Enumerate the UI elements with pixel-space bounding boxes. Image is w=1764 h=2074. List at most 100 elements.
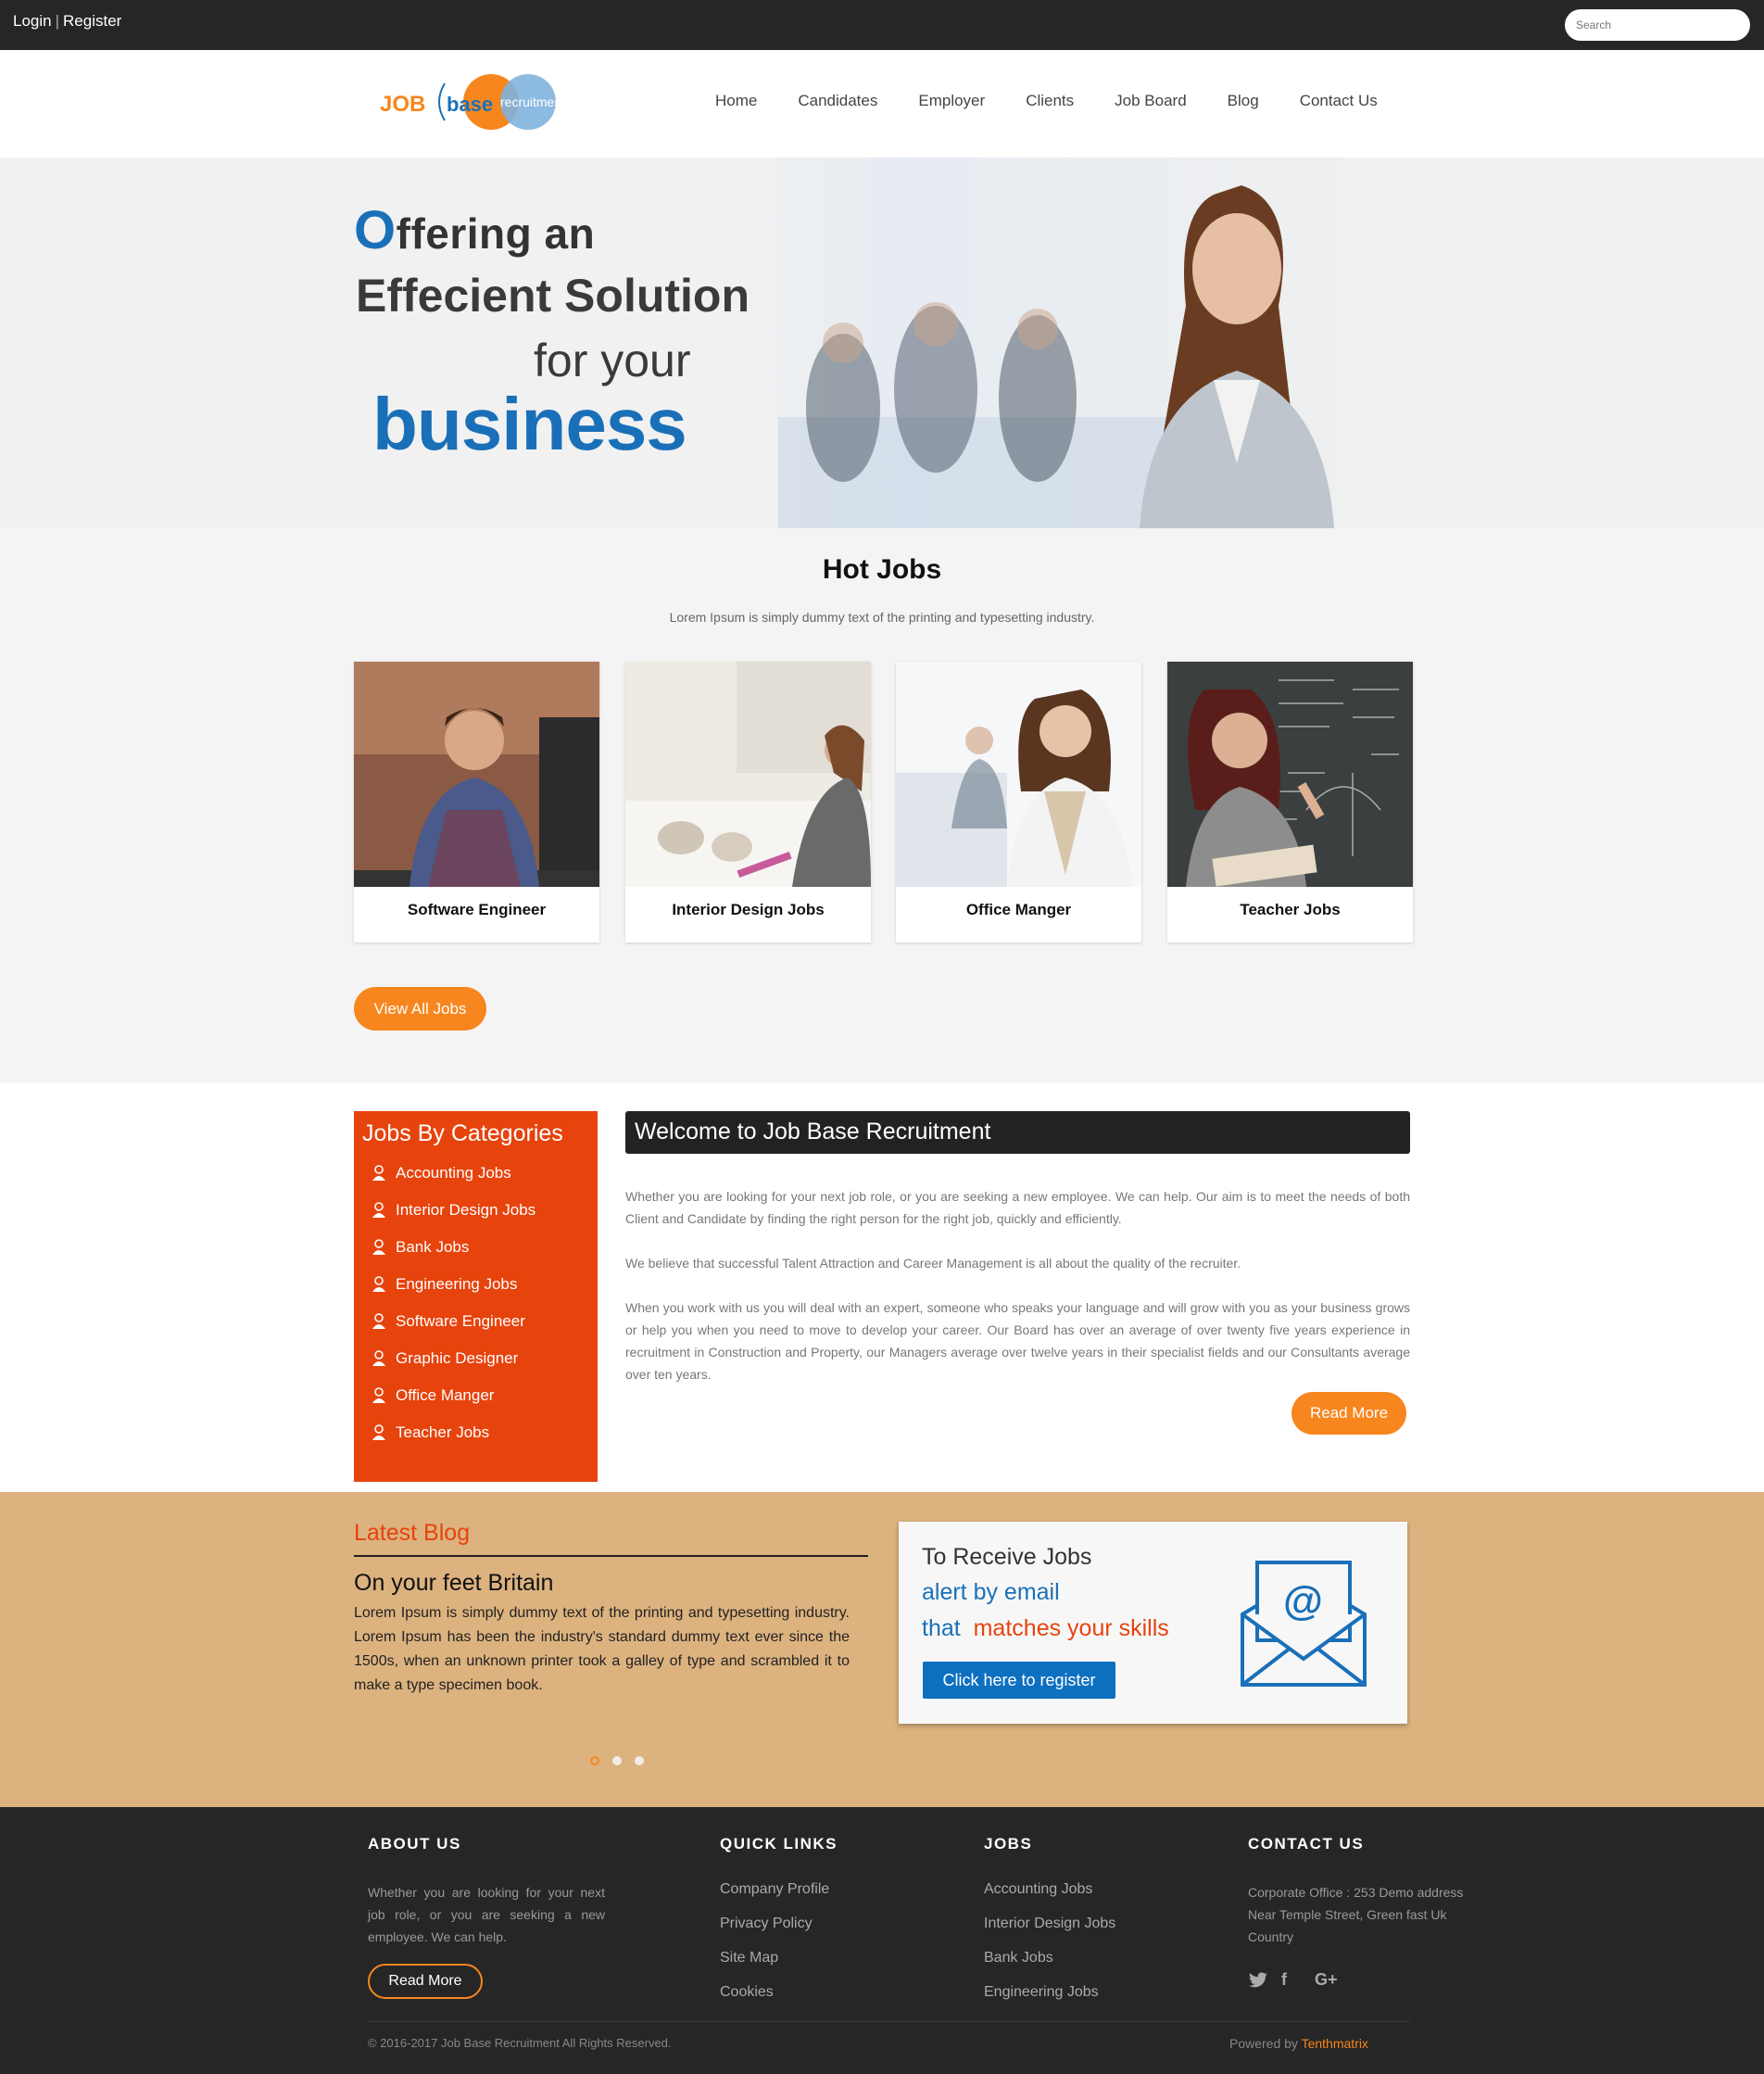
job-card-photo [896,662,1141,887]
powered-by-brand[interactable]: Tenthmatrix [1302,2036,1368,2051]
footer-link-cookies[interactable]: Cookies [720,1984,838,2018]
view-all-jobs-button[interactable]: View All Jobs [354,987,486,1031]
footer-link-bank-jobs[interactable]: Bank Jobs [984,1950,1115,1984]
footer-jobs: JOBS Accounting Jobs Interior Design Job… [984,1835,1115,2018]
category-label: Software Engineer [396,1312,525,1330]
welcome-title: Welcome to Job Base Recruitment [625,1111,1410,1154]
carousel-dot[interactable] [635,1756,644,1765]
job-alert-box: To Receive Jobs alert by email that matc… [899,1522,1407,1724]
hot-jobs-title: Hot Jobs [822,554,942,585]
facebook-icon[interactable]: f [1281,1970,1302,1991]
job-card-photo [354,662,599,887]
jobs-by-categories-panel: Jobs By Categories Accounting Jobs Inter… [354,1111,598,1482]
footer-link-interior-design-jobs[interactable]: Interior Design Jobs [984,1916,1115,1950]
latest-blog-heading: Latest Blog [354,1520,471,1546]
carousel-dot-active[interactable] [590,1756,599,1765]
footer-contact: CONTACT US Corporate Office : 253 Demo a… [1248,1835,1470,1948]
hero-line-4: business [372,383,687,465]
nav-employer[interactable]: Employer [918,92,985,110]
logo-recruitment-text: recruitment [500,95,565,109]
user-icon [372,1424,385,1440]
hero-banner: Offering an Effecient Solution for your … [0,158,1764,528]
login-link[interactable]: Login [13,12,52,30]
job-card-title: Teacher Jobs [1240,901,1341,918]
footer-about-title: ABOUT US [368,1835,461,1853]
job-card-teacher[interactable]: Teacher Jobs [1167,662,1413,942]
hero-line-1: Offering an [354,199,595,261]
auth-separator: | [55,12,60,30]
footer-read-more-button[interactable]: Read More [368,1964,483,1999]
google-plus-icon[interactable]: G+ [1315,1970,1338,1991]
job-card-software-engineer[interactable]: Software Engineer [354,662,599,942]
user-icon [372,1350,385,1366]
hero-line-2: Effecient Solution [356,270,750,322]
footer-link-accounting-jobs[interactable]: Accounting Jobs [984,1881,1115,1916]
category-item[interactable]: Bank Jobs [362,1229,589,1266]
blog-post-text: Lorem Ipsum is simply dummy text of the … [354,1605,850,1693]
blog-post-title[interactable]: On your feet Britain [354,1570,553,1597]
hero-line-1-rest: ffering an [396,209,596,258]
category-label: Graphic Designer [396,1349,519,1367]
category-label: Bank Jobs [396,1238,470,1256]
footer-link-engineering-jobs[interactable]: Engineering Jobs [984,1984,1115,2018]
twitter-icon[interactable] [1248,1970,1268,1991]
blog-section: Latest Blog On your feet Britain Lorem I… [0,1492,1764,1807]
footer-quick-links: QUICK LINKS Company Profile Privacy Poli… [720,1835,838,2018]
hot-jobs-section: Hot Jobs Lorem Ipsum is simply dummy tex… [0,528,1764,1082]
footer-contact-text: Corporate Office : 253 Demo address Near… [1248,1885,1464,1944]
welcome-paragraph-1: Whether you are looking for your next jo… [625,1189,1410,1226]
social-icons: f G+ [1248,1970,1348,1991]
nav-job-board[interactable]: Job Board [1115,92,1187,110]
register-link[interactable]: Register [63,12,121,30]
footer-divider [368,2021,1410,2022]
user-icon [372,1165,385,1181]
logo[interactable]: JOB base recruitment [380,69,598,139]
category-item[interactable]: Accounting Jobs [362,1155,589,1192]
nav-contact-us[interactable]: Contact Us [1300,92,1378,110]
categories-list: Accounting Jobs Interior Design Jobs Ban… [362,1155,589,1451]
user-icon [372,1313,385,1329]
email-envelope-icon: @ [1241,1561,1367,1687]
carousel-dot[interactable] [612,1756,622,1765]
category-item[interactable]: Office Manger [362,1377,589,1414]
user-icon [372,1239,385,1255]
categories-title: Jobs By Categories [362,1120,563,1146]
site-header: JOB base recruitment Home Candidates Emp… [0,50,1764,158]
job-card-title: Interior Design Jobs [672,901,825,918]
nav-home[interactable]: Home [715,92,757,110]
footer-link-privacy-policy[interactable]: Privacy Policy [720,1916,838,1950]
alert-line-3-a: that [922,1615,961,1641]
job-card-interior-design[interactable]: Interior Design Jobs [625,662,871,942]
job-card-office-manager[interactable]: Office Manger [896,662,1141,942]
job-card-title: Software Engineer [407,901,547,918]
job-card-title: Office Manger [965,901,1072,918]
category-item[interactable]: Software Engineer [362,1303,589,1340]
category-label: Teacher Jobs [396,1423,490,1441]
nav-blog[interactable]: Blog [1228,92,1259,110]
powered-by-label: Powered by [1229,2036,1298,2051]
hero-photo [723,158,1408,528]
category-label: Engineering Jobs [396,1275,518,1293]
footer-link-site-map[interactable]: Site Map [720,1950,838,1984]
alert-line-3: that matches your skills [922,1615,1169,1642]
footer-link-company-profile[interactable]: Company Profile [720,1881,838,1916]
search-input[interactable] [1565,9,1750,41]
welcome-paragraph-3: When you work with us you will deal with… [625,1300,1410,1382]
svg-text:@: @ [1283,1578,1323,1624]
site-footer: ABOUT US Whether you are looking for you… [0,1807,1764,2074]
category-item[interactable]: Graphic Designer [362,1340,589,1377]
footer-about: ABOUT US Whether you are looking for you… [368,1835,605,1948]
copyright-text: © 2016-2017 Job Base Recruitment All Rig… [368,2036,672,2050]
user-icon [372,1276,385,1292]
category-item[interactable]: Teacher Jobs [362,1414,589,1451]
auth-links: Login | Register [13,12,121,31]
category-item[interactable]: Engineering Jobs [362,1266,589,1303]
logo-base-text: base [447,93,493,116]
register-button[interactable]: Click here to register [923,1662,1115,1699]
user-icon [372,1387,385,1403]
welcome-read-more-button[interactable]: Read More [1292,1392,1406,1435]
category-item[interactable]: Interior Design Jobs [362,1192,589,1229]
job-card-photo [625,662,871,887]
nav-candidates[interactable]: Candidates [798,92,877,110]
nav-clients[interactable]: Clients [1026,92,1074,110]
